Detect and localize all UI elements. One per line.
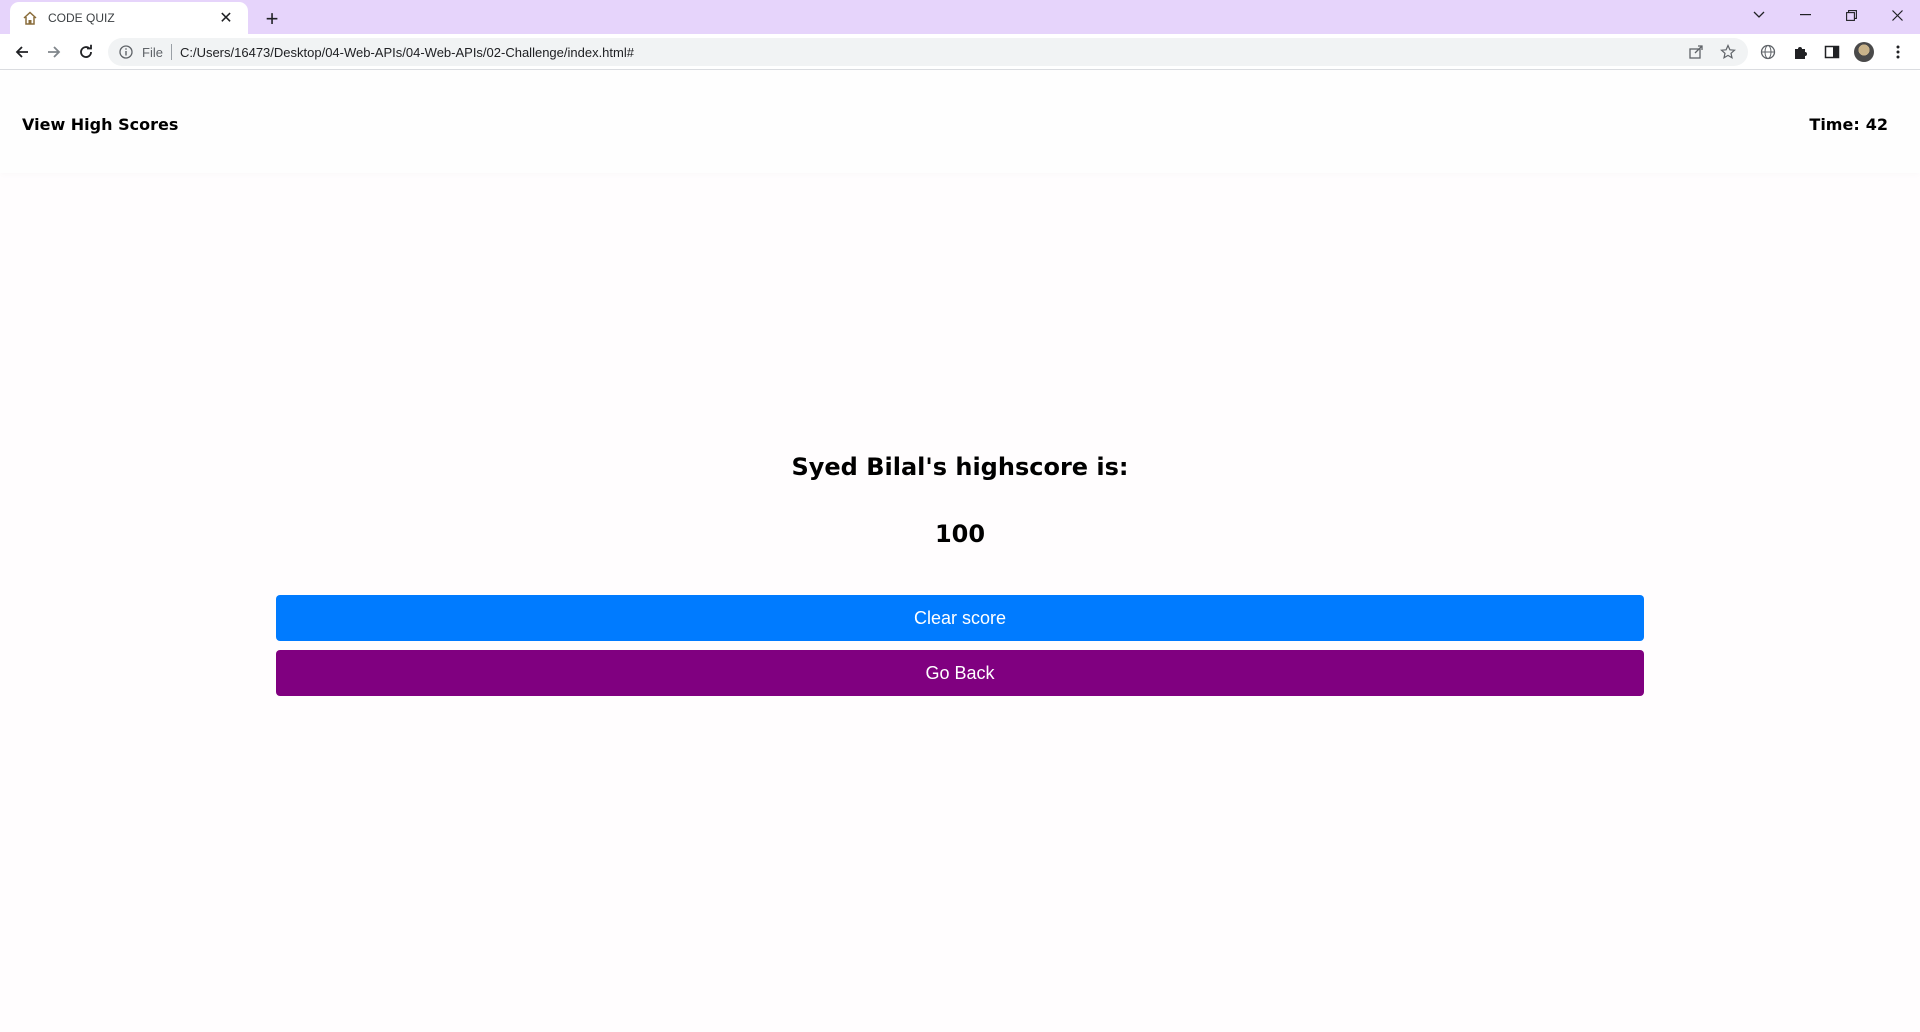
minimize-icon[interactable] bbox=[1782, 0, 1828, 30]
side-panel-icon[interactable] bbox=[1818, 38, 1846, 66]
timer: Time: 42 bbox=[1809, 115, 1888, 134]
tab-strip: CODE QUIZ ✕ + bbox=[0, 0, 1920, 34]
page-viewport: View High Scores Time: 42 Syed Bilal's h… bbox=[0, 71, 1920, 1032]
restore-icon[interactable] bbox=[1828, 0, 1874, 30]
star-icon[interactable] bbox=[1716, 42, 1740, 62]
reload-icon[interactable] bbox=[72, 38, 100, 66]
active-tab[interactable]: CODE QUIZ ✕ bbox=[10, 2, 248, 34]
back-arrow-icon[interactable] bbox=[8, 38, 36, 66]
tab-close-icon[interactable]: ✕ bbox=[216, 8, 236, 28]
extension-globe-icon[interactable] bbox=[1754, 38, 1782, 66]
highscore-value: 100 bbox=[934, 520, 986, 548]
share-icon[interactable] bbox=[1684, 42, 1708, 62]
close-window-icon[interactable] bbox=[1874, 0, 1920, 30]
timer-label: Time: bbox=[1809, 115, 1860, 134]
highscore-title: Syed Bilal's highscore is: bbox=[791, 453, 1129, 481]
quiz-header: View High Scores Time: 42 bbox=[0, 71, 1920, 173]
forward-arrow-icon[interactable] bbox=[40, 38, 68, 66]
info-icon[interactable] bbox=[118, 44, 134, 60]
address-url[interactable]: C:/Users/16473/Desktop/04-Web-APIs/04-We… bbox=[180, 45, 634, 60]
new-tab-button[interactable]: + bbox=[258, 5, 286, 33]
avatar[interactable] bbox=[1850, 38, 1878, 66]
browser-toolbar: File C:/Users/16473/Desktop/04-Web-APIs/… bbox=[0, 34, 1920, 70]
go-back-button[interactable]: Go Back bbox=[276, 650, 1644, 696]
view-high-scores-link[interactable]: View High Scores bbox=[22, 115, 178, 134]
more-menu-icon[interactable] bbox=[1884, 38, 1912, 66]
address-divider bbox=[170, 44, 172, 60]
address-bar[interactable]: File C:/Users/16473/Desktop/04-Web-APIs/… bbox=[108, 38, 1748, 66]
puzzle-icon[interactable] bbox=[1786, 38, 1814, 66]
address-scheme-label: File bbox=[142, 44, 163, 60]
timer-value: 42 bbox=[1865, 115, 1888, 134]
house-favicon-icon bbox=[22, 10, 38, 26]
clear-score-button[interactable]: Clear score bbox=[276, 595, 1644, 641]
tab-title: CODE QUIZ bbox=[48, 11, 115, 25]
tab-search-icon[interactable] bbox=[1736, 0, 1782, 30]
